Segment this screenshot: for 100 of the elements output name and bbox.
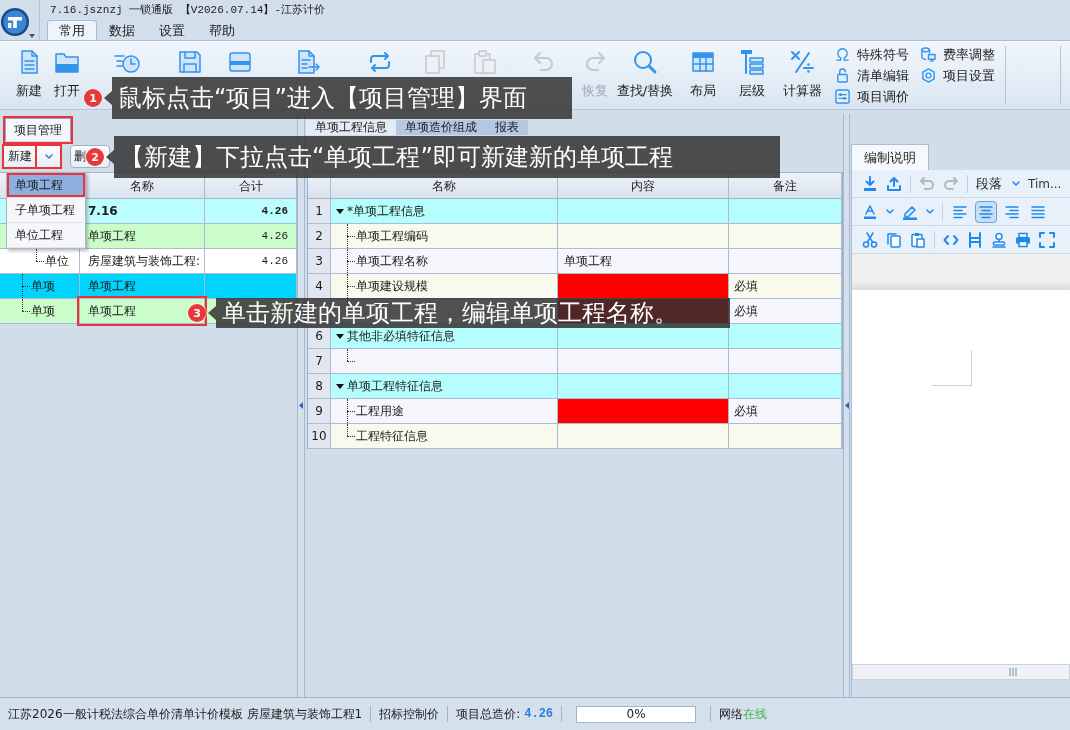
panel-tab[interactable]: 编制说明 — [851, 144, 929, 170]
ribbon-button[interactable]: 新建 — [8, 41, 50, 109]
tree-item-name: 单项工程 — [88, 304, 136, 318]
menu-tab[interactable]: 数据 — [97, 20, 147, 40]
download-icon[interactable] — [862, 175, 878, 192]
database-monitor-icon — [921, 47, 936, 62]
align-button[interactable] — [975, 200, 997, 223]
level-label: 单项 — [31, 304, 55, 318]
field-name: 单项工程名称 — [356, 254, 428, 268]
app-logo-icon[interactable] — [1, 8, 29, 36]
expand-triangle-icon[interactable] — [336, 382, 344, 390]
ribbon-button[interactable]: 项目设置 — [921, 65, 995, 86]
annotation-tooltip: 【新建】下拉点击“单项工程”即可新建新的单项工程 — [106, 136, 780, 178]
field-name: 单项建设规模 — [356, 279, 428, 293]
tree-item-name: 单项工程 — [88, 279, 136, 293]
caret-icon — [44, 154, 53, 159]
collapse-arrow-icon[interactable] — [299, 402, 303, 409]
menu-item[interactable]: 子单项工程 — [7, 198, 85, 223]
progress-reading: 0% — [626, 707, 646, 721]
grip-icon — [1009, 668, 1017, 676]
clipboard-icon[interactable] — [910, 231, 926, 248]
menu-tab[interactable]: 设置 — [147, 20, 197, 40]
tree-item-name: 单项工程 — [88, 229, 136, 243]
caret-icon[interactable] — [926, 209, 934, 214]
columns-icon[interactable] — [967, 231, 983, 248]
remark-text: 必填 — [734, 404, 758, 418]
ribbon-button[interactable]: 费率调整 — [921, 44, 995, 65]
field-name: 工程特征信息 — [356, 429, 428, 443]
network-label: 网络 — [719, 707, 744, 721]
level-label: 单位 — [45, 254, 69, 268]
panel-tab[interactable]: 项目管理 — [5, 118, 71, 141]
panel-tab[interactable]: 单项工程信息 — [306, 120, 396, 135]
panel-tab[interactable]: 报表 — [486, 120, 528, 135]
row-number: 10 — [308, 424, 330, 448]
row-number: 9 — [308, 399, 330, 423]
project-name: 房屋建筑与装饰工程1 — [246, 707, 363, 721]
ribbon-button[interactable]: 特殊符号 — [835, 44, 909, 65]
tree-row[interactable]: 单位 房屋建筑与装饰工程: 4.26 — [0, 249, 297, 274]
menu-item[interactable]: 单项工程 — [7, 173, 85, 198]
field-name: 工程用途 — [356, 404, 404, 418]
ribbon-button[interactable]: 布局 — [674, 41, 732, 109]
paragraph-style-dropdown[interactable]: 段落 — [972, 174, 1024, 193]
column-header: 名称 — [432, 179, 456, 192]
row-number: 1 — [308, 199, 330, 223]
ribbon-button[interactable]: 层级 — [732, 41, 772, 109]
printer-icon[interactable] — [1015, 231, 1031, 248]
copy-icon[interactable] — [886, 231, 902, 248]
clipboard-icon — [471, 48, 499, 76]
tree-item-name: 7.16 — [88, 204, 118, 218]
tree-row[interactable]: 单项 单项工程 — [0, 274, 297, 299]
redo-icon[interactable] — [943, 175, 959, 192]
highlighter-icon[interactable] — [902, 203, 918, 220]
collapse-arrow-icon[interactable] — [844, 402, 849, 409]
fullscreen-icon[interactable] — [1039, 231, 1055, 248]
remark-text: 必填 — [734, 304, 758, 318]
settings-icon — [921, 68, 936, 83]
total-label: 项目总造价: — [456, 707, 521, 721]
align-left-icon — [953, 204, 967, 219]
menu-item[interactable]: 单位工程 — [7, 223, 85, 248]
tree-item-name: 房屋建筑与装饰工程: — [88, 254, 201, 268]
scissors-icon[interactable] — [862, 231, 878, 248]
expand-triangle-icon[interactable] — [336, 332, 344, 340]
omega-icon — [835, 47, 850, 62]
template-name: 江苏2026一般计税法综合单价清单计价模板 — [8, 707, 243, 721]
lock-icon — [835, 68, 850, 83]
required-field[interactable] — [558, 274, 729, 298]
expand-triangle-icon[interactable] — [336, 207, 344, 215]
row-number: 8 — [308, 374, 330, 398]
ribbon-button[interactable]: 打开 — [50, 41, 84, 109]
ribbon-button[interactable]: 项目调价 — [835, 86, 909, 107]
align-right-icon — [1005, 204, 1019, 219]
font-color-icon[interactable] — [862, 203, 878, 220]
caret-icon[interactable] — [886, 209, 894, 214]
align-justify-icon — [1031, 204, 1045, 219]
sliders-icon — [835, 89, 850, 104]
field-value: 单项工程 — [564, 254, 612, 268]
caret-icon — [1012, 181, 1020, 186]
hierarchy-icon — [738, 48, 766, 76]
column-header: 内容 — [631, 179, 655, 192]
menu-tab[interactable]: 帮助 — [197, 20, 247, 40]
upload-icon[interactable] — [886, 175, 902, 192]
price-type: 招标控制价 — [379, 707, 440, 721]
page-corner-mark — [932, 350, 972, 386]
caret-icon[interactable] — [29, 34, 35, 38]
horizontal-scrollbar[interactable] — [852, 664, 1070, 680]
stamp-icon[interactable] — [991, 231, 1007, 248]
panel-tab[interactable]: 单项造价组成 — [396, 120, 486, 135]
row-number: 3 — [308, 249, 330, 273]
required-field[interactable] — [558, 399, 729, 423]
new-button[interactable]: 新建 — [3, 145, 37, 168]
menu-tab[interactable]: 常用 — [47, 20, 97, 40]
row-number: 4 — [308, 274, 330, 298]
undo-icon[interactable] — [919, 175, 935, 192]
ribbon-button[interactable]: 计算器 — [772, 41, 832, 109]
search-icon — [631, 48, 659, 76]
ribbon-button[interactable]: 查找/替换 — [616, 41, 674, 109]
font-dropdown[interactable]: Tim... — [1024, 176, 1062, 191]
ribbon-button[interactable]: 清单编辑 — [835, 65, 909, 86]
window-title: 7.16.jsznzj 一锁通版 【V2026.07.14】-江苏计价 — [49, 3, 326, 18]
network-status: 在线 — [743, 707, 768, 721]
